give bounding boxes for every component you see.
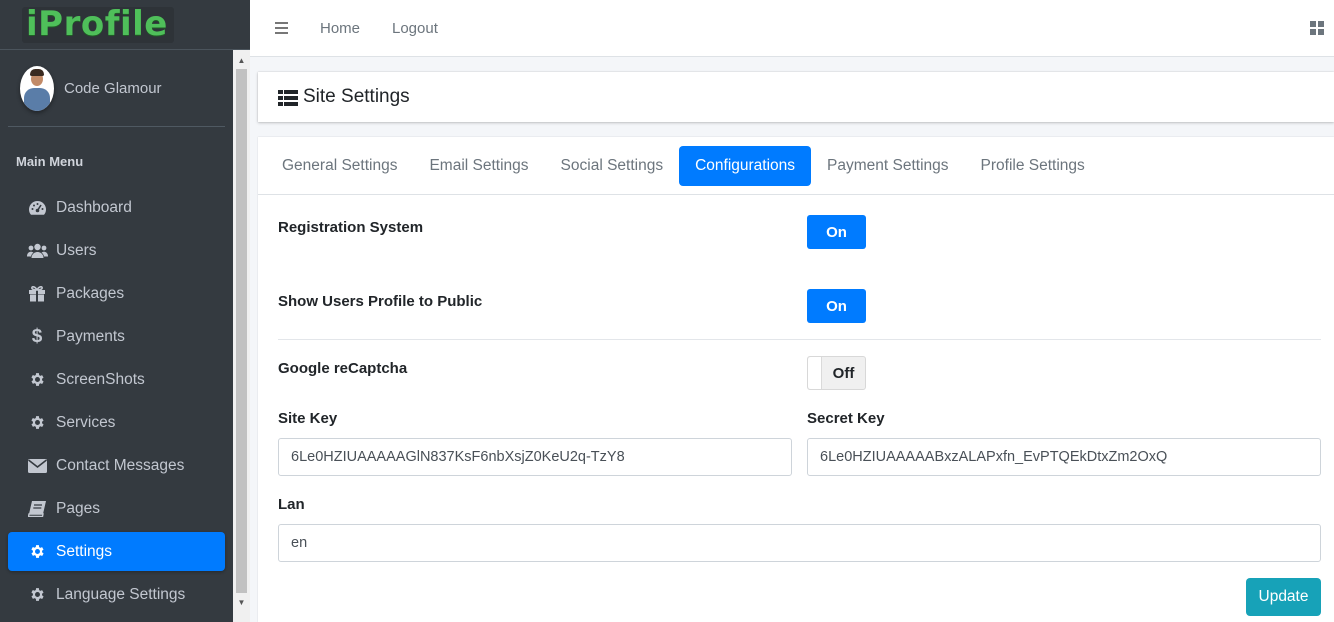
menu-toggle-icon[interactable] — [275, 22, 288, 34]
public-profile-toggle[interactable]: On — [807, 289, 866, 323]
recaptcha-toggle-state: Off — [832, 364, 855, 382]
brand-link[interactable]: iProfile — [0, 0, 250, 50]
sidebar-content: Code Glamour Main Menu Dashboard Users P… — [0, 50, 233, 622]
book-icon — [26, 500, 48, 518]
sidebar-item-label: Language Settings — [56, 585, 186, 603]
recaptcha-label: Google reCaptcha — [278, 360, 408, 377]
envelope-icon — [26, 457, 48, 475]
sidebar-item-pages[interactable]: Pages — [8, 489, 225, 528]
secret-key-label: Secret Key — [807, 410, 885, 427]
sidebar-item-dashboard[interactable]: Dashboard — [8, 188, 225, 227]
sidebar-item-users[interactable]: Users — [8, 231, 225, 270]
secret-key-input[interactable] — [807, 438, 1321, 476]
toggle-knob — [808, 357, 822, 389]
top-navbar: Home Logout — [250, 0, 1334, 57]
user-panel[interactable]: Code Glamour — [8, 50, 225, 127]
site-key-label: Site Key — [278, 410, 338, 427]
logout-link[interactable]: Logout — [392, 20, 438, 37]
scrollbar-thumb[interactable] — [236, 69, 247, 593]
page-title-card: Site Settings — [258, 72, 1334, 122]
tab-configurations[interactable]: Configurations — [679, 145, 812, 186]
sidebar-item-payments[interactable]: $ Payments — [8, 317, 225, 356]
sidebar-item-label: Packages — [56, 284, 125, 302]
recaptcha-toggle[interactable]: Off — [807, 356, 866, 390]
sidebar-item-services[interactable]: Services — [8, 403, 225, 442]
gift-icon — [26, 285, 48, 303]
home-link[interactable]: Home — [320, 20, 360, 37]
page-title: Site Settings — [303, 86, 410, 107]
tab-email-settings[interactable]: Email Settings — [413, 146, 544, 186]
lan-input[interactable] — [278, 524, 1321, 562]
sidebar-item-screenshots[interactable]: ScreenShots — [8, 360, 225, 399]
sidebar: iProfile Code Glamour Main Menu Dashboar… — [0, 0, 250, 622]
sidebar-item-label: Users — [56, 241, 97, 259]
sidebar-item-label: Services — [56, 413, 116, 431]
gear-icon — [26, 586, 48, 604]
registration-system-toggle[interactable]: On — [807, 215, 866, 249]
tab-social-settings[interactable]: Social Settings — [545, 146, 680, 186]
user-name[interactable]: Code Glamour — [64, 80, 162, 97]
site-key-input[interactable] — [278, 438, 792, 476]
scroll-up-arrow-icon[interactable]: ▲ — [233, 52, 250, 69]
sidebar-item-label: Dashboard — [56, 198, 132, 216]
sidebar-item-settings[interactable]: Settings — [8, 532, 225, 571]
menu-header: Main Menu — [16, 154, 84, 169]
avatar — [20, 65, 54, 111]
sidebar-item-language-settings[interactable]: Language Settings — [8, 575, 225, 614]
settings-card: General Settings Email Settings Social S… — [258, 137, 1334, 622]
tab-general-settings[interactable]: General Settings — [266, 146, 413, 186]
sidebar-item-label: Settings — [56, 542, 113, 560]
tachometer-icon — [26, 199, 48, 217]
gear-icon — [26, 414, 48, 432]
sidebar-item-label: Pages — [56, 499, 100, 517]
public-profile-label: Show Users Profile to Public — [278, 293, 483, 310]
grid-icon[interactable] — [1310, 21, 1324, 35]
list-icon — [278, 89, 298, 106]
tab-payment-settings[interactable]: Payment Settings — [811, 146, 964, 186]
gear-icon — [26, 371, 48, 389]
scroll-down-arrow-icon[interactable]: ▼ — [233, 594, 250, 611]
users-icon — [26, 242, 48, 260]
sidebar-item-label: Payments — [56, 327, 125, 345]
update-button[interactable]: Update — [1246, 578, 1321, 616]
sidebar-item-packages[interactable]: Packages — [8, 274, 225, 313]
sidebar-scrollbar[interactable]: ▲ ▼ — [233, 50, 250, 622]
gear-icon — [26, 543, 48, 561]
section-divider — [278, 339, 1321, 340]
registration-system-label: Registration System — [278, 219, 424, 236]
lan-label: Lan — [278, 496, 305, 513]
sidebar-item-label: ScreenShots — [56, 370, 145, 388]
sidebar-item-contact-messages[interactable]: Contact Messages — [8, 446, 225, 485]
brand-logo: iProfile — [22, 6, 174, 43]
dollar-icon: $ — [31, 325, 43, 347]
sidebar-item-label: Contact Messages — [56, 456, 185, 474]
settings-tabs: General Settings Email Settings Social S… — [258, 137, 1334, 195]
tab-profile-settings[interactable]: Profile Settings — [965, 146, 1101, 186]
